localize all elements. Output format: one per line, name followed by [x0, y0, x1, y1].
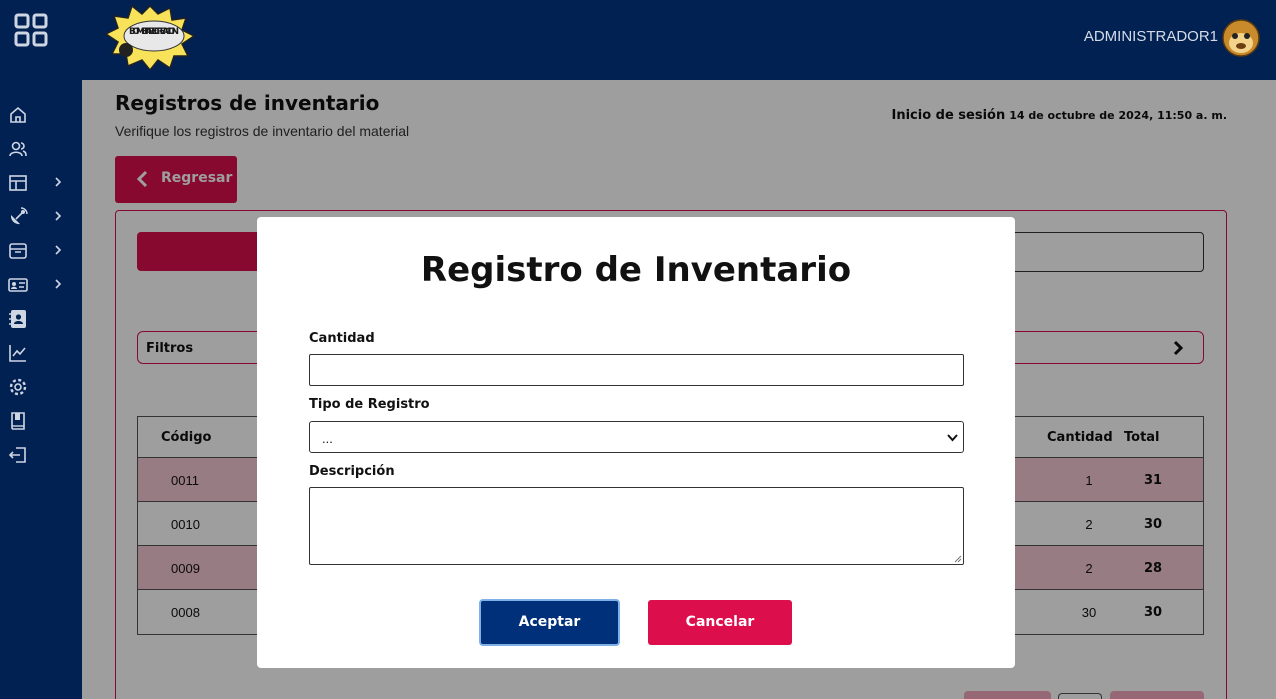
top-header: BOMBITA RECREACION ADMINISTRADOR1 [0, 0, 1276, 80]
modal-title: Registro de Inventario [420, 250, 852, 290]
sidebar-item-reports[interactable] [0, 339, 82, 365]
description-textarea[interactable] [309, 487, 964, 565]
record-type-selected-value: ... [322, 431, 333, 446]
chevron-right-icon [55, 211, 62, 221]
users-icon [9, 141, 27, 157]
description-label: Descripción [309, 464, 395, 479]
quantity-input[interactable] [309, 354, 964, 386]
sidebar-item-contacts[interactable] [0, 305, 82, 331]
sidebar-item-staff[interactable] [0, 271, 82, 297]
sidebar-item-users[interactable] [0, 135, 82, 161]
sidebar [0, 80, 82, 699]
admin-username[interactable]: ADMINISTRADOR1 [1084, 28, 1218, 45]
sidebar-item-settings[interactable] [0, 373, 82, 399]
sidebar-item-equipment[interactable] [0, 203, 82, 229]
archive-icon [9, 243, 27, 259]
sidebar-item-layout[interactable] [0, 169, 82, 195]
logo-text: BOMBITA RECREACION [129, 27, 179, 37]
satellite-dish-icon [10, 207, 28, 225]
sidebar-item-manual[interactable] [0, 407, 82, 433]
apps-grid-icon[interactable] [14, 13, 48, 47]
contacts-book-icon [9, 310, 26, 328]
cancel-button[interactable]: Cancelar [648, 600, 792, 645]
sidebar-item-home[interactable] [0, 101, 82, 127]
quantity-label: Cantidad [309, 331, 375, 346]
sidebar-item-inventory[interactable] [0, 237, 82, 263]
layout-icon [9, 175, 27, 191]
record-type-label: Tipo de Registro [309, 397, 430, 412]
chevron-right-icon [55, 279, 62, 289]
id-card-icon [8, 278, 28, 292]
home-icon [10, 106, 26, 123]
logout-icon [8, 447, 26, 463]
resize-grip-icon[interactable] [953, 554, 962, 563]
sidebar-item-logout[interactable] [0, 441, 82, 467]
monkey-avatar-icon[interactable] [1221, 16, 1261, 58]
accept-button[interactable]: Aceptar [479, 599, 620, 646]
book-icon [11, 412, 25, 430]
chevron-right-icon [55, 245, 62, 255]
bombita-logo: BOMBITA RECREACION [104, 4, 196, 70]
inventory-record-modal: Registro de Inventario Cantidad Tipo de … [257, 217, 1015, 668]
record-type-select[interactable]: ... [309, 421, 964, 453]
chart-line-icon [9, 345, 26, 362]
gear-icon [9, 378, 27, 396]
chevron-down-icon [947, 434, 958, 442]
chevron-right-icon [55, 177, 62, 187]
